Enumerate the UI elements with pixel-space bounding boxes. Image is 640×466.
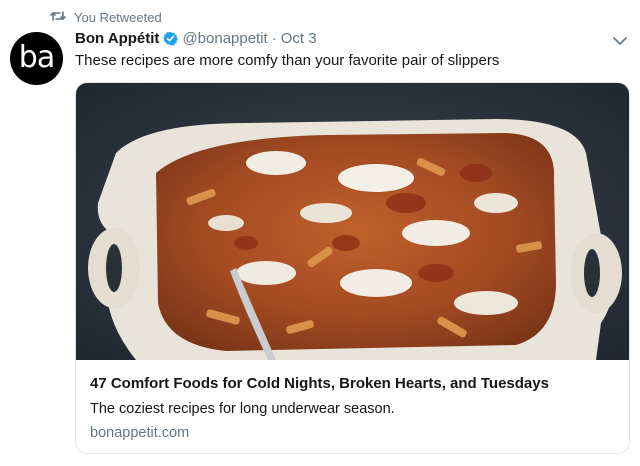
- link-card[interactable]: 47 Comfort Foods for Cold Nights, Broken…: [75, 82, 630, 454]
- card-title: 47 Comfort Foods for Cold Nights, Broken…: [90, 375, 549, 392]
- retweet-label: You Retweeted: [74, 10, 162, 25]
- avatar-text: ba: [18, 39, 55, 75]
- retweet-indicator: You Retweeted: [50, 9, 162, 26]
- avatar[interactable]: ba: [10, 32, 63, 85]
- tweet-text: These recipes are more comfy than your f…: [75, 52, 500, 69]
- tweet-header: Bon Appétit @bonappetit · Oct 3: [75, 30, 317, 47]
- card-description: The coziest recipes for long underwear s…: [90, 401, 395, 417]
- retweet-icon: [50, 9, 66, 26]
- author-handle[interactable]: @bonappetit: [182, 30, 267, 47]
- tweet-date[interactable]: Oct 3: [281, 30, 317, 47]
- card-image: [76, 83, 629, 360]
- verified-badge-icon: [163, 31, 179, 46]
- separator-dot: ·: [271, 30, 277, 47]
- card-domain: bonappetit.com: [90, 425, 190, 441]
- author-name[interactable]: Bon Appétit: [75, 30, 159, 47]
- chevron-down-icon[interactable]: [612, 34, 628, 46]
- card-body: 47 Comfort Foods for Cold Nights, Broken…: [76, 360, 629, 441]
